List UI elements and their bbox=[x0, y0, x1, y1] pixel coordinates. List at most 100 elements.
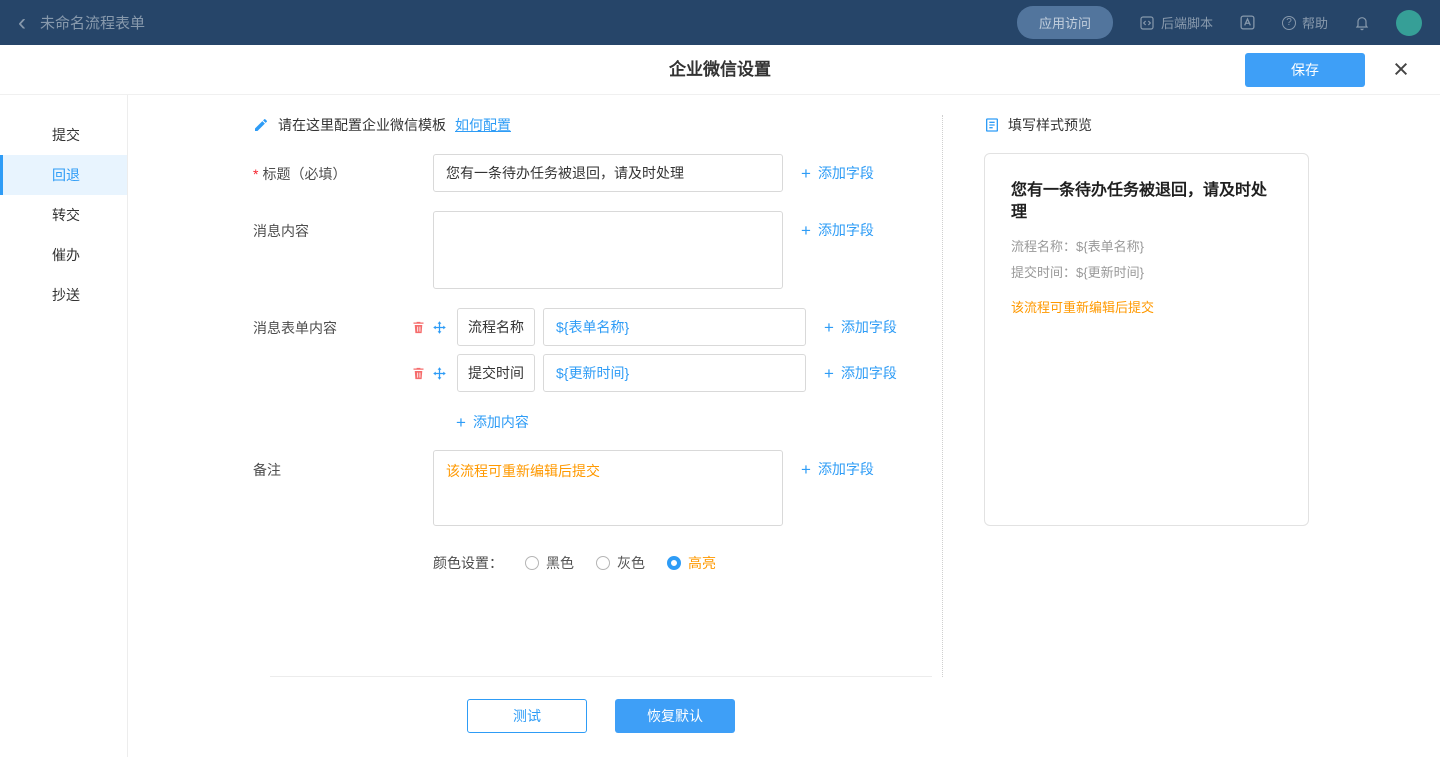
code-icon bbox=[1139, 15, 1155, 31]
plus-icon: + bbox=[801, 222, 811, 239]
save-button[interactable]: 保存 bbox=[1245, 53, 1365, 87]
add-field-label: 添加字段 bbox=[841, 317, 897, 337]
preview-card-highlight: 该流程可重新编辑后提交 bbox=[1011, 297, 1282, 316]
message-form-label: 消息表单内容 bbox=[253, 308, 433, 338]
add-field-link-row-1[interactable]: + 添加字段 bbox=[824, 317, 897, 337]
hint-text: 请在这里配置企业微信模板 bbox=[278, 115, 446, 135]
modal-title: 企业微信设置 bbox=[0, 45, 1440, 95]
remark-label: 备注 bbox=[253, 450, 433, 480]
pencil-icon bbox=[253, 117, 269, 133]
sidebar-item-return[interactable]: 回退 bbox=[0, 155, 127, 195]
message-content-row: 消息内容 + 添加字段 bbox=[253, 211, 874, 289]
move-icon[interactable] bbox=[432, 366, 447, 381]
modal-header: 企业微信设置 保存 × bbox=[0, 45, 1440, 95]
required-asterisk: * bbox=[253, 166, 258, 182]
preview-card-line-1: 流程名称：${表单名称} bbox=[1011, 236, 1282, 255]
message-content-textarea[interactable] bbox=[433, 211, 783, 289]
preview-card: 您有一条待办任务被退回，请及时处理 流程名称：${表单名称} 提交时间：${更新… bbox=[984, 153, 1309, 526]
sidebar-item-urge[interactable]: 催办 bbox=[0, 235, 127, 275]
field-value-input[interactable] bbox=[543, 354, 806, 392]
avatar[interactable] bbox=[1396, 10, 1422, 36]
add-content-link[interactable]: + 添加内容 bbox=[456, 412, 897, 432]
sidebar-item-transfer[interactable]: 转交 bbox=[0, 195, 127, 235]
help-label: 帮助 bbox=[1302, 13, 1328, 32]
add-field-link-remark[interactable]: + 添加字段 bbox=[801, 459, 874, 479]
add-field-link-message[interactable]: + 添加字段 bbox=[801, 220, 874, 240]
modal-body: 提交 回退 转交 催办 抄送 请在这里配置企业微信模板 如何配置 *标题（必填）… bbox=[0, 95, 1440, 757]
title-field-row: *标题（必填） + 添加字段 bbox=[253, 154, 874, 192]
topbar: ‹ 未命名流程表单 应用访问 后端脚本 ? 帮助 bbox=[0, 0, 1440, 45]
add-content-label: 添加内容 bbox=[473, 412, 529, 432]
color-setting-row: 颜色设置： 黑色 灰色 高亮 bbox=[433, 553, 716, 573]
font-style-icon[interactable] bbox=[1239, 14, 1256, 31]
app-access-button[interactable]: 应用访问 bbox=[1017, 6, 1113, 39]
remark-textarea[interactable]: 该流程可重新编辑后提交 bbox=[433, 450, 783, 526]
add-field-link-title[interactable]: + 添加字段 bbox=[801, 163, 874, 183]
radio-highlight-label: 高亮 bbox=[688, 553, 716, 573]
message-content-label: 消息内容 bbox=[253, 211, 433, 241]
radio-icon bbox=[596, 556, 610, 570]
color-setting-label: 颜色设置： bbox=[433, 553, 503, 573]
add-field-link-row-2[interactable]: + 添加字段 bbox=[824, 363, 897, 383]
plus-icon: + bbox=[824, 319, 834, 336]
plus-icon: + bbox=[801, 165, 811, 182]
test-button[interactable]: 测试 bbox=[467, 699, 587, 733]
form-content-row-1: + 添加字段 bbox=[411, 308, 897, 346]
add-field-label: 添加字段 bbox=[841, 363, 897, 383]
plus-icon: + bbox=[801, 461, 811, 478]
move-icon[interactable] bbox=[432, 320, 447, 335]
radio-gray[interactable]: 灰色 bbox=[596, 553, 645, 573]
sidebar: 提交 回退 转交 催办 抄送 bbox=[0, 95, 128, 757]
bell-icon[interactable] bbox=[1354, 15, 1370, 31]
backend-script-label: 后端脚本 bbox=[1161, 13, 1213, 32]
topbar-left: ‹ 未命名流程表单 bbox=[18, 11, 145, 35]
preview-header-label: 填写样式预览 bbox=[1008, 115, 1092, 135]
backend-script-button[interactable]: 后端脚本 bbox=[1139, 13, 1213, 32]
field-name-input[interactable] bbox=[457, 308, 535, 346]
title-label: *标题（必填） bbox=[253, 154, 433, 184]
remark-row: 备注 该流程可重新编辑后提交 + 添加字段 bbox=[253, 450, 874, 526]
sidebar-item-submit[interactable]: 提交 bbox=[0, 115, 127, 155]
field-value-input[interactable] bbox=[543, 308, 806, 346]
delete-icon[interactable] bbox=[411, 366, 426, 381]
preview-header: 填写样式预览 bbox=[984, 115, 1309, 135]
sidebar-item-cc[interactable]: 抄送 bbox=[0, 275, 127, 315]
question-icon: ? bbox=[1282, 16, 1296, 30]
topbar-right: 应用访问 后端脚本 ? 帮助 bbox=[1017, 6, 1422, 39]
radio-black[interactable]: 黑色 bbox=[525, 553, 574, 573]
form-footer: 测试 恢复默认 bbox=[270, 676, 932, 733]
add-field-label: 添加字段 bbox=[818, 459, 874, 479]
message-form-rows: + 添加字段 + 添加字段 bbox=[411, 308, 897, 432]
title-label-text: 标题（必填） bbox=[262, 166, 346, 182]
page-title: 未命名流程表单 bbox=[40, 12, 145, 33]
radio-checked-icon bbox=[667, 556, 681, 570]
add-field-label: 添加字段 bbox=[818, 220, 874, 240]
how-to-configure-link[interactable]: 如何配置 bbox=[455, 115, 511, 135]
delete-icon[interactable] bbox=[411, 320, 426, 335]
restore-default-button[interactable]: 恢复默认 bbox=[615, 699, 735, 733]
title-input[interactable] bbox=[433, 154, 783, 192]
template-config-form: 请在这里配置企业微信模板 如何配置 *标题（必填） + 添加字段 消息内容 bbox=[128, 95, 942, 757]
add-field-label: 添加字段 bbox=[818, 163, 874, 183]
close-icon[interactable]: × bbox=[1384, 53, 1418, 87]
radio-gray-label: 灰色 bbox=[617, 553, 645, 573]
radio-icon bbox=[525, 556, 539, 570]
horizontal-divider bbox=[270, 676, 932, 677]
radio-black-label: 黑色 bbox=[546, 553, 574, 573]
document-icon bbox=[984, 117, 1000, 133]
wechat-settings-modal: 企业微信设置 保存 × 提交 回退 转交 催办 抄送 请在这里配置企业微信模板 … bbox=[0, 45, 1440, 757]
field-name-input[interactable] bbox=[457, 354, 535, 392]
footer-buttons: 测试 恢复默认 bbox=[270, 699, 932, 733]
form-content-row-2: + 添加字段 bbox=[411, 354, 897, 392]
config-hint-row: 请在这里配置企业微信模板 如何配置 bbox=[253, 115, 511, 135]
radio-highlight[interactable]: 高亮 bbox=[667, 553, 716, 573]
preview-panel: 填写样式预览 您有一条待办任务被退回，请及时处理 流程名称：${表单名称} 提交… bbox=[984, 115, 1309, 526]
help-button[interactable]: ? 帮助 bbox=[1282, 13, 1328, 32]
preview-card-title: 您有一条待办任务被退回，请及时处理 bbox=[1011, 180, 1282, 225]
vertical-divider bbox=[942, 115, 943, 677]
plus-icon: + bbox=[456, 414, 466, 431]
plus-icon: + bbox=[824, 365, 834, 382]
message-form-content-row: 消息表单内容 + 添加字段 bbox=[253, 308, 897, 432]
preview-card-line-2: 提交时间：${更新时间} bbox=[1011, 262, 1282, 281]
back-icon[interactable]: ‹ bbox=[18, 11, 26, 35]
